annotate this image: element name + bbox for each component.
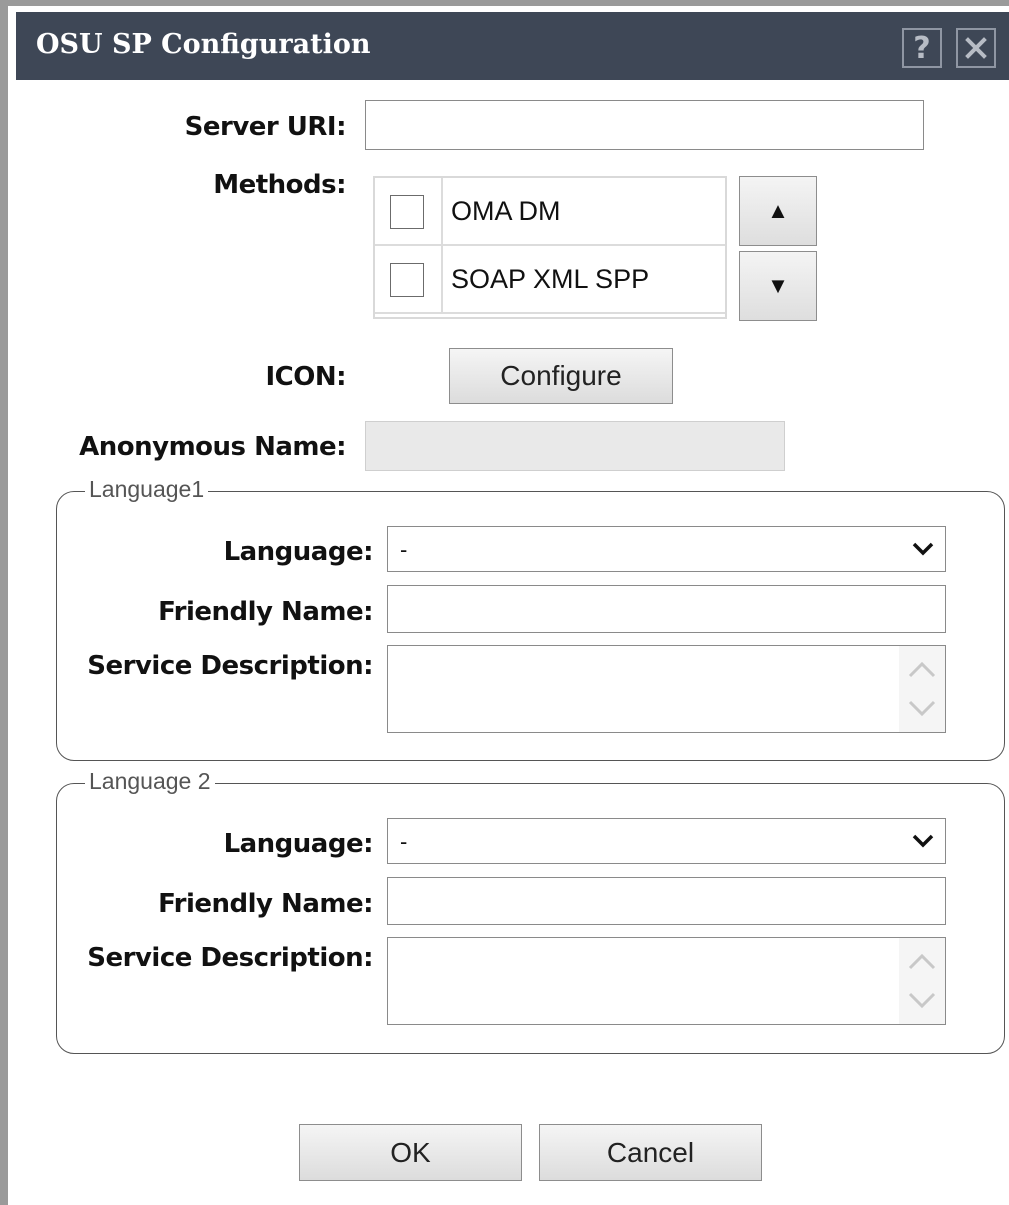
help-button[interactable]: ?: [902, 28, 942, 68]
scroll-down-icon[interactable]: [904, 984, 940, 1018]
help-icon: ?: [913, 30, 931, 66]
methods-label: Methods:: [213, 170, 346, 200]
language2-service-description-label: Service Description:: [87, 943, 373, 973]
language1-language-label: Language:: [223, 537, 374, 567]
method-label-soap-xml-spp: SOAP XML SPP: [451, 264, 650, 294]
language2-service-description-textarea[interactable]: [387, 937, 946, 1025]
anonymous-name-input: [365, 421, 785, 471]
configure-button[interactable]: Configure: [449, 348, 673, 404]
language1-friendly-name-input[interactable]: [387, 585, 946, 633]
anonymous-name-label: Anonymous Name:: [79, 432, 346, 462]
ok-button-label: OK: [390, 1136, 431, 1168]
language2-legend: Language 2: [85, 768, 215, 795]
chevron-down-icon: [912, 834, 934, 848]
scroll-up-icon[interactable]: [904, 944, 940, 978]
language2-friendly-name-label: Friendly Name:: [158, 889, 373, 919]
close-button[interactable]: [956, 28, 996, 68]
arrow-down-icon: ▼: [767, 273, 789, 298]
language1-select-value: -: [400, 537, 408, 562]
language1-service-description-label: Service Description:: [87, 651, 373, 681]
soap-xml-spp-checkbox[interactable]: [390, 263, 424, 297]
server-uri-label: Server URI:: [184, 112, 347, 142]
language1-select[interactable]: -: [387, 526, 946, 572]
chevron-down-icon: [912, 542, 934, 556]
textarea-scrollbar[interactable]: [899, 646, 945, 732]
textarea-scrollbar[interactable]: [899, 938, 945, 1024]
language1-service-description-textarea[interactable]: [387, 645, 946, 733]
ok-button[interactable]: OK: [299, 1124, 522, 1181]
methods-list: OMA DM SOAP XML SPP: [373, 176, 727, 319]
method-check-cell: [375, 246, 443, 312]
move-up-button[interactable]: ▲: [739, 176, 817, 246]
method-row-oma-dm[interactable]: OMA DM: [375, 178, 725, 246]
dialog-titlebar[interactable]: OSU SP Configuration ?: [16, 12, 1009, 80]
move-down-button[interactable]: ▼: [739, 251, 817, 321]
method-row-soap-xml-spp[interactable]: SOAP XML SPP: [375, 246, 725, 314]
language1-legend: Language1: [85, 476, 209, 503]
method-check-cell: [375, 178, 443, 244]
icon-label: ICON:: [265, 362, 346, 392]
dialog-title: OSU SP Configuration: [36, 29, 371, 60]
language2-select[interactable]: -: [387, 818, 946, 864]
server-uri-input[interactable]: [365, 100, 924, 150]
language1-friendly-name-label: Friendly Name:: [158, 597, 373, 627]
scroll-down-icon[interactable]: [904, 692, 940, 726]
language2-friendly-name-input[interactable]: [387, 877, 946, 925]
method-label-oma-dm: OMA DM: [451, 196, 561, 226]
oma-dm-checkbox[interactable]: [390, 195, 424, 229]
close-icon: [965, 37, 987, 59]
configure-button-label: Configure: [500, 360, 622, 391]
language2-select-value: -: [400, 829, 408, 854]
scroll-up-icon[interactable]: [904, 652, 940, 686]
cancel-button[interactable]: Cancel: [539, 1124, 762, 1181]
arrow-up-icon: ▲: [767, 198, 789, 223]
language2-language-label: Language:: [223, 829, 374, 859]
cancel-button-label: Cancel: [606, 1136, 695, 1168]
